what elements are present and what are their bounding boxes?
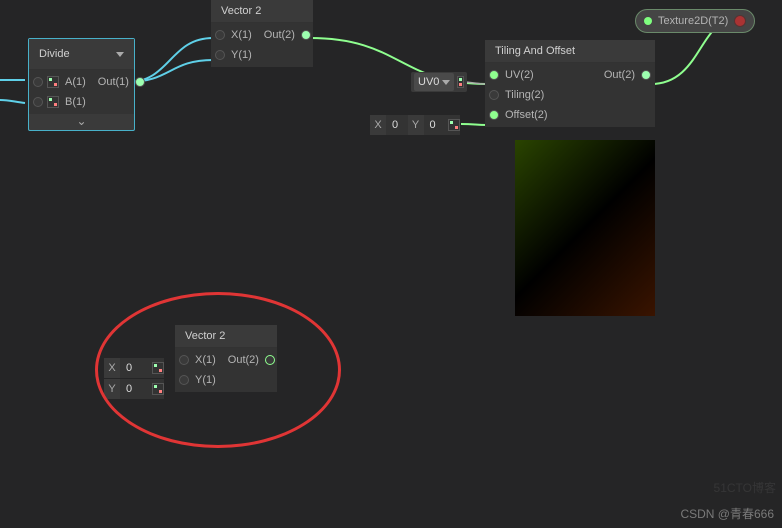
port-label: Out(1) [92,76,135,88]
node-vector2-top-title[interactable]: Vector 2 [211,0,313,23]
slot-icon [47,76,59,88]
delete-icon[interactable] [734,15,746,27]
port-label: A(1) [59,76,92,88]
watermark-faded: 51CTO博客 [714,479,776,496]
uv-selector-value: UV0 [418,73,439,91]
texture2d-property[interactable]: Texture2D(T2) [635,9,755,33]
port-label: Y(1) [225,49,258,61]
slot-icon [457,76,464,88]
port-tiling-out[interactable] [641,70,651,80]
chevron-down-icon [442,80,450,85]
port-divide-a[interactable] [33,77,43,87]
port-label: Tiling(2) [499,89,550,101]
node-divide[interactable]: Divide A(1) Out(1) B(1) ⌄ [28,38,135,131]
node-divide-header[interactable]: Divide [29,39,134,70]
port-tiling-tiling[interactable] [489,90,499,100]
offset-y-label: Y [408,115,424,135]
port-divide-b[interactable] [33,97,43,107]
watermark: CSDN @青春666 [680,505,774,522]
collapse-chevron-icon[interactable]: ⌄ [29,114,134,130]
port-label: X(1) [225,29,258,41]
highlight-ellipse [95,292,341,448]
port-label: Offset(2) [499,109,554,121]
offset-row: X 0 Y 0 [370,115,460,135]
offset-x-label: X [370,115,386,135]
offset-y-value[interactable]: 0 [424,115,446,135]
uv-selector[interactable]: UV0 [411,72,467,92]
port-tiling-offset[interactable] [489,110,499,120]
port-label: UV(2) [499,69,540,81]
port-label: B(1) [59,96,92,108]
port-texture2d-out[interactable] [644,17,652,25]
port-v2top-y[interactable] [215,50,225,60]
tiling-preview [515,140,655,316]
node-tiling-offset[interactable]: Tiling And Offset UV(2) Out(2) Tiling(2)… [485,40,655,127]
node-tiling-title[interactable]: Tiling And Offset [485,40,655,63]
offset-x-value[interactable]: 0 [386,115,408,135]
node-vector2-top[interactable]: Vector 2 X(1) Out(2) Y(1) [211,0,313,67]
port-label: Out(2) [598,69,641,81]
node-divide-title: Divide [39,48,70,60]
offset-fields: X 0 Y 0 [370,114,460,136]
chevron-down-icon[interactable] [116,52,124,57]
port-tiling-uv[interactable] [489,70,499,80]
port-v2top-out[interactable] [301,30,311,40]
slot-icon [448,119,460,131]
port-divide-out[interactable] [135,77,145,87]
port-v2top-x[interactable] [215,30,225,40]
texture2d-label: Texture2D(T2) [658,15,728,27]
slot-icon [47,96,59,108]
port-label: Out(2) [258,29,301,41]
